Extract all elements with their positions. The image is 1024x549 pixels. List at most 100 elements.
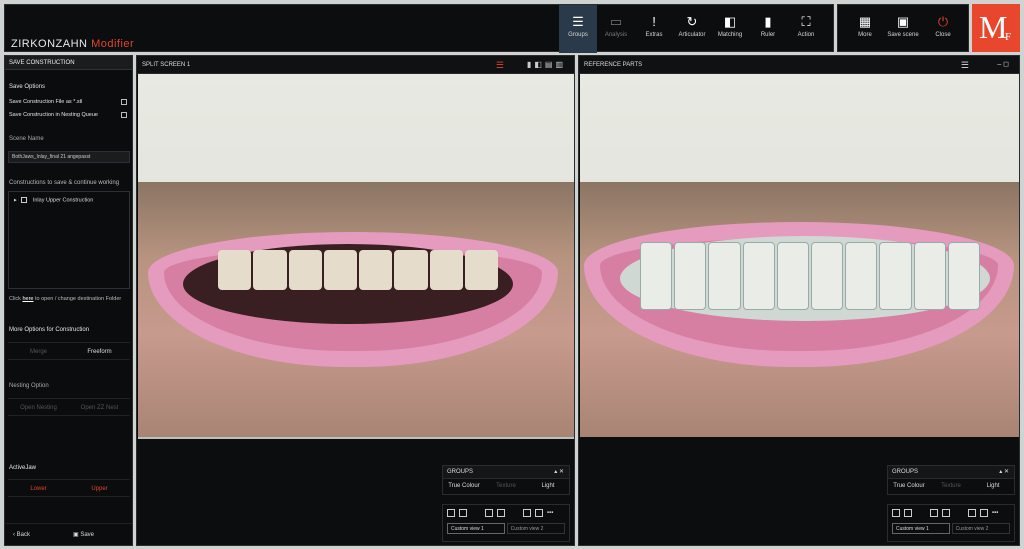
folder-link[interactable]: here	[22, 296, 33, 302]
custom-view-2[interactable]: Custom view 2	[951, 523, 1010, 534]
reference-title: REFERENCE PARTS ☰ – ◻	[579, 56, 1019, 74]
chevron-left-icon: ‹	[13, 532, 15, 538]
active-jaw-label: ActiveJaw	[9, 465, 37, 471]
groups-panel: GROUPS ▴ ✕ True Colour Texture Light	[442, 465, 570, 495]
light-tab[interactable]: Light	[972, 479, 1014, 494]
constructions-list: ▸ Inlay Upper Construction	[8, 191, 130, 289]
view-icon[interactable]	[942, 509, 950, 517]
view-icon[interactable]	[523, 509, 531, 517]
view-icon[interactable]	[447, 509, 455, 517]
true-colour-tab[interactable]: True Colour	[888, 479, 930, 494]
save-button[interactable]: ▣ Save	[73, 524, 94, 546]
expand-icon[interactable]: ▸	[14, 197, 17, 203]
reference-panel: REFERENCE PARTS ☰ – ◻ GROUPS ▴ ✕ True Col…	[578, 55, 1020, 546]
articulator-button[interactable]: ↻ Articulator	[673, 5, 711, 53]
extras-button[interactable]: ! Extras	[635, 5, 673, 53]
split-viewport[interactable]	[138, 74, 574, 439]
natural-teeth	[218, 250, 498, 290]
matching-button[interactable]: ◧ Matching	[711, 5, 749, 53]
custom-view-2[interactable]: Custom view 2	[506, 523, 565, 534]
view-icons: •••	[447, 509, 565, 523]
brand-accent: Modifier	[91, 38, 135, 50]
more-icon: ▦	[858, 14, 872, 29]
menu-icon[interactable]: ☰	[961, 56, 969, 74]
texture-tab[interactable]: Texture	[485, 479, 527, 494]
view-icon[interactable]	[485, 509, 493, 517]
analysis-button[interactable]: ▭ Analysis	[597, 5, 635, 53]
texture-tab[interactable]: Texture	[930, 479, 972, 494]
exclamation-icon: !	[652, 14, 656, 29]
merge-button[interactable]: Merge	[8, 342, 69, 360]
view-icon[interactable]	[968, 509, 976, 517]
floppy-icon: ▣	[73, 532, 79, 538]
save-options-heading: Save Options	[9, 84, 46, 90]
jaw-selector: Lower Upper	[8, 479, 130, 497]
view-icon[interactable]	[892, 509, 900, 517]
nesting-queue-checkbox[interactable]	[121, 112, 127, 118]
close-icon[interactable]: ▴ ✕	[554, 466, 569, 479]
view-icon[interactable]	[930, 509, 938, 517]
close-button[interactable]: ⏻ Close	[924, 5, 962, 53]
window-controls-icon[interactable]: – ◻	[997, 56, 1009, 74]
nesting-options: Open Nesting Open ZZ Nest	[8, 398, 130, 416]
groups-title: GROUPS ▴ ✕	[888, 466, 1014, 479]
reference-viewport[interactable]	[580, 74, 1019, 437]
more-icon[interactable]: •••	[547, 511, 553, 517]
views-panel: ••• Custom view 1 Custom view 2	[887, 504, 1015, 542]
view-icon[interactable]	[904, 509, 912, 517]
more-button[interactable]: ▦ More	[846, 5, 884, 53]
view-icon[interactable]	[497, 509, 505, 517]
floppy-icon: ▣	[896, 14, 910, 29]
view-icon[interactable]	[535, 509, 543, 517]
open-nesting-button[interactable]: Open Nesting	[8, 398, 69, 416]
view-icon[interactable]	[980, 509, 988, 517]
split-screen-panel: SPLIT SCREEN 1 ☰ ▮◧▤▥ GROUPS ▴ ✕ True Col…	[136, 55, 575, 546]
save-construction-panel: SAVE CONSTRUCTION Save Options Save Cons…	[4, 55, 133, 546]
views-panel: ••• Custom view 1 Custom view 2	[442, 504, 570, 542]
view-icons: •••	[892, 509, 1010, 523]
open-zz-nest-button[interactable]: Open ZZ Nest	[69, 398, 130, 416]
action-button[interactable]: ⛶ Action	[787, 5, 825, 53]
groups-title: GROUPS ▴ ✕	[443, 466, 569, 479]
power-icon: ⏻	[937, 14, 949, 29]
app-brand: ZIRKONZAHN Modifier	[11, 38, 134, 50]
freeform-button[interactable]: Freeform	[69, 342, 130, 360]
split-screen-title: SPLIT SCREEN 1 ☰ ▮◧▤▥	[137, 56, 574, 74]
menu-icon: ☰	[572, 14, 584, 29]
lower-jaw-button[interactable]: Lower	[8, 479, 69, 497]
view-icon[interactable]	[459, 509, 467, 517]
upper-jaw-button[interactable]: Upper	[69, 479, 130, 497]
groups-button[interactable]: ☰ Groups	[559, 5, 597, 53]
back-button[interactable]: ‹ Back	[13, 524, 30, 546]
construction-item[interactable]: ▸ Inlay Upper Construction	[14, 197, 93, 203]
folder-hint: Click here to open / change destination …	[9, 296, 122, 302]
construction-checkbox[interactable]	[21, 197, 28, 203]
main-toolbar: ZIRKONZAHN Modifier ☰ Groups ▭ Analysis ! E…	[4, 4, 834, 53]
more-options-heading: More Options for Construction	[9, 327, 90, 333]
save-scene-button[interactable]: ▣ Save scene	[884, 5, 922, 53]
scene-name-label: Scene Name	[9, 136, 44, 142]
action-icon: ⛶	[801, 14, 811, 29]
layout-icons[interactable]: ▮◧▤▥	[527, 56, 566, 74]
close-icon[interactable]: ▴ ✕	[999, 466, 1014, 479]
custom-view-1[interactable]: Custom view 1	[447, 523, 505, 534]
menu-icon[interactable]: ☰	[496, 56, 504, 74]
digital-teeth	[640, 242, 981, 310]
nesting-option-label: Nesting Option	[9, 383, 49, 389]
groups-panel: GROUPS ▴ ✕ True Colour Texture Light	[887, 465, 1015, 495]
stl-option-label: Save Construction File as *.stl	[9, 99, 83, 105]
scene-name-input[interactable]: BothJaws_Inlay_final 21 angepasst	[8, 151, 130, 163]
construction-options: Merge Freeform	[8, 342, 130, 360]
panel-title: SAVE CONSTRUCTION	[5, 56, 132, 70]
true-colour-tab[interactable]: True Colour	[443, 479, 485, 494]
constructions-label: Constructions to save & continue working	[9, 180, 120, 186]
stl-checkbox[interactable]	[121, 99, 127, 105]
secondary-toolbar: ▦ More ▣ Save scene ⏻ Close	[837, 4, 969, 52]
custom-view-1[interactable]: Custom view 1	[892, 523, 950, 534]
light-tab[interactable]: Light	[527, 479, 569, 494]
articulator-icon: ↻	[686, 14, 698, 29]
ruler-button[interactable]: ▮ Ruler	[749, 5, 787, 53]
more-icon[interactable]: •••	[992, 511, 998, 517]
groups-modes: True Colour Texture Light	[443, 479, 569, 494]
footer-actions: ‹ Back ▣ Save	[5, 523, 132, 545]
